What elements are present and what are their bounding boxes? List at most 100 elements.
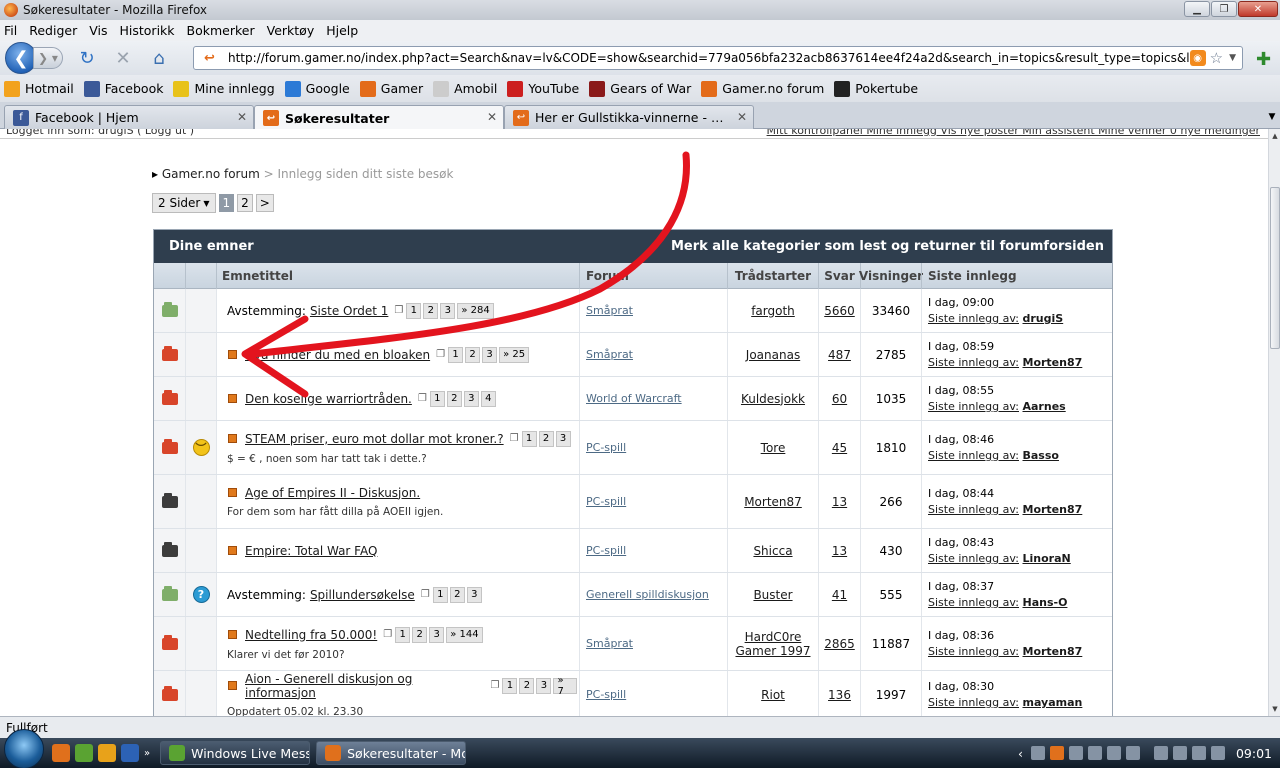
last-post-user[interactable]: mayaman [1023,696,1083,709]
topic-page-link[interactable]: 1 [395,626,411,643]
bookmark-item[interactable]: Gamer [359,80,423,97]
col-replies[interactable]: Svar [818,262,860,289]
minimize-button[interactable]: ▁ [1184,1,1210,17]
firefox-quicklaunch-icon[interactable] [52,744,70,762]
last-post-link[interactable]: Siste innlegg av: [928,503,1019,516]
tray-network-icon[interactable] [1068,746,1083,760]
topic-page-link[interactable]: 2 [519,677,535,694]
page-next[interactable]: > [255,194,274,212]
topic-page-link[interactable]: » 144 [446,626,483,643]
breadcrumb-root-link[interactable]: Gamer.no forum [162,167,260,181]
topic-page-link[interactable]: 3 [440,302,456,319]
last-post-link[interactable]: Siste innlegg av: [928,596,1019,609]
topic-page-link[interactable]: 3 [482,346,498,363]
address-url[interactable]: http://forum.gamer.no/index.php?act=Sear… [228,51,1190,65]
replies-link[interactable]: 136 [828,688,851,702]
starter-link[interactable]: Shicca [753,544,792,558]
replies-link[interactable]: 5660 [824,304,855,318]
topic-link[interactable]: Den koselige warriortråden. [245,392,412,406]
word-quicklaunch-icon[interactable] [121,744,139,762]
starter-link[interactable]: Riot [761,688,785,702]
tray-app-icon[interactable] [1106,746,1121,760]
tray-power-icon[interactable] [1153,746,1168,760]
tab-gullstikka[interactable]: ↩ Her er Gullstikka-vinnerne - Gamer....… [504,105,754,129]
start-button[interactable] [4,729,44,768]
topic-link[interactable]: Hva hinder du med en bloaken [245,348,430,362]
col-title[interactable]: Emnetittel [216,262,579,289]
last-post-user[interactable]: Morten87 [1023,645,1083,658]
bookmark-item[interactable]: Facebook [83,80,163,97]
tab-search-results[interactable]: ↩ Søkeresultater ✕ [254,105,504,130]
topic-link[interactable]: Spillundersøkelse [310,588,415,602]
forum-link[interactable]: PC-spill [586,441,727,454]
starter-link[interactable]: Buster [753,588,792,602]
tray-app-icon[interactable] [1049,746,1064,760]
last-post-user[interactable]: Morten87 [1023,503,1083,516]
starter-link[interactable]: Morten87 [744,495,802,509]
rss-feed-icon[interactable]: ◉ [1189,50,1206,66]
tray-display-icon[interactable] [1125,746,1140,760]
starter-link[interactable]: Joananas [746,348,800,362]
tray-volume-icon[interactable] [1191,746,1206,760]
maximize-button[interactable]: ❐ [1211,1,1237,17]
tray-app-icon[interactable] [1087,746,1102,760]
starter-link[interactable]: HardC0re Gamer 1997 [728,630,818,658]
page-1[interactable]: 1 [218,194,235,212]
bookmark-item[interactable]: Gamer.no forum [701,80,824,97]
bookmark-item[interactable]: Google [284,80,350,97]
topic-page-link[interactable]: 2 [465,346,481,363]
forum-link[interactable]: Småprat [586,637,727,650]
media-player-quicklaunch-icon[interactable] [98,744,116,762]
topic-link[interactable]: Aion - Generell diskusjon og informasjon [245,672,485,700]
topic-page-link[interactable]: 3 [536,677,552,694]
topic-page-link[interactable]: 3 [463,390,479,407]
taskbar-window-button[interactable]: Windows Live Mess... [160,741,311,765]
topic-page-link[interactable]: 1 [429,390,445,407]
topic-link[interactable]: Empire: Total War FAQ [245,544,377,558]
topic-page-link[interactable]: 4 [480,390,496,407]
forum-link[interactable]: World of Warcraft [586,392,727,405]
starter-link[interactable]: Tore [761,441,786,455]
bookmark-item[interactable]: Pokertube [834,80,918,97]
topic-link[interactable]: Age of Empires II - Diskusjon. [245,486,420,500]
forum-link[interactable]: Småprat [586,348,727,361]
replies-link[interactable]: 487 [828,348,851,362]
topic-page-link[interactable]: 1 [406,302,422,319]
mark-all-read-link[interactable]: Merk alle kategorier som lest og returne… [671,239,1104,254]
topic-page-link[interactable]: 1 [521,430,537,447]
forum-link[interactable]: Småprat [586,304,727,317]
last-post-user[interactable]: Basso [1023,449,1059,462]
tray-app-icon[interactable] [1030,746,1045,760]
topic-page-link[interactable]: 2 [423,302,439,319]
tray-network-icon[interactable] [1172,746,1187,760]
last-post-user[interactable]: Aarnes [1023,400,1066,413]
stop-button[interactable]: ✕ [111,46,135,70]
add-on-plus-icon[interactable]: ✚ [1256,49,1274,70]
clock[interactable]: 09:01 [1236,746,1272,761]
col-forum[interactable]: Forum [579,262,727,289]
bookmark-item[interactable]: Hotmail [4,80,74,97]
scroll-down-icon[interactable]: ▼ [1269,702,1280,716]
topic-page-link[interactable]: 2 [446,390,462,407]
topic-page-link[interactable]: » 7 [553,675,577,697]
replies-link[interactable]: 41 [832,588,847,602]
last-post-link[interactable]: Siste innlegg av: [928,356,1019,369]
vertical-scrollbar[interactable]: ▲ ▼ [1268,129,1280,716]
last-post-user[interactable]: Morten87 [1023,356,1083,369]
close-tab-icon[interactable]: ✕ [487,110,497,124]
menu-help[interactable]: Hjelp [326,23,358,38]
last-post-link[interactable]: Siste innlegg av: [928,696,1019,709]
last-post-link[interactable]: Siste innlegg av: [928,312,1019,325]
topic-page-link[interactable]: 1 [502,677,518,694]
starter-link[interactable]: Kuldesjokk [741,392,805,406]
menu-file[interactable]: Fil [4,23,17,38]
topic-page-link[interactable]: 2 [449,586,465,603]
topic-page-link[interactable]: 3 [555,430,571,447]
home-button[interactable]: ⌂ [147,46,171,70]
bookmark-star-icon[interactable]: ☆ [1210,49,1223,67]
col-last-post[interactable]: Siste innlegg [921,262,1113,289]
url-history-dropdown-icon[interactable]: ▼ [1229,53,1236,63]
replies-link[interactable]: 13 [832,544,847,558]
close-window-button[interactable]: ✕ [1238,1,1278,17]
reload-button[interactable]: ↻ [75,46,99,70]
